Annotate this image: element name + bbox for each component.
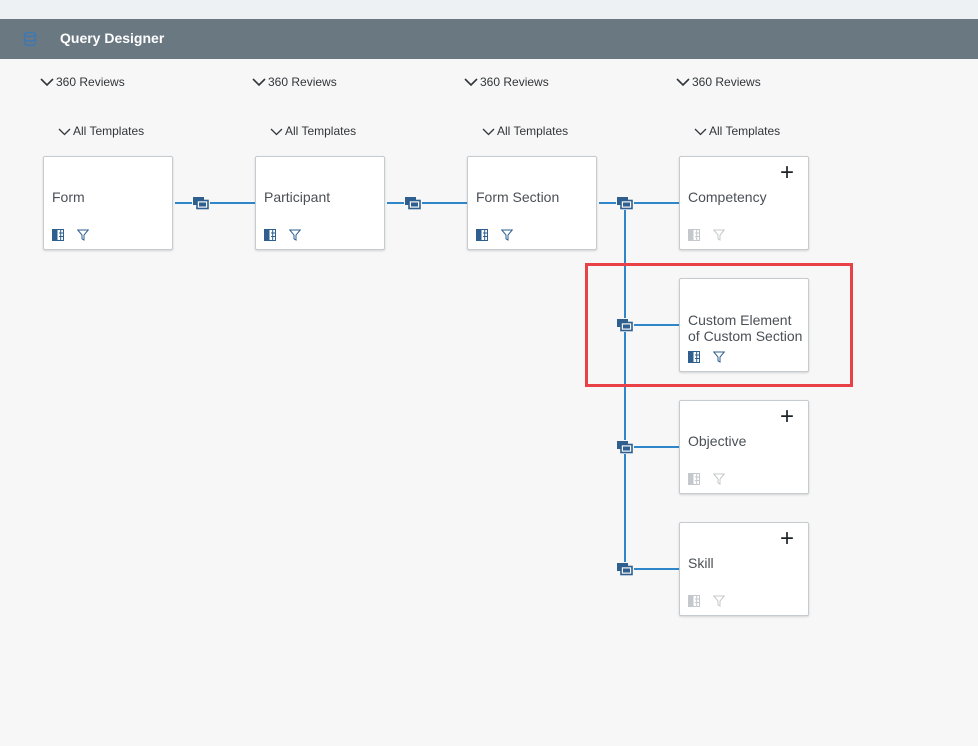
table-columns-icon[interactable] <box>476 229 488 241</box>
chevron-down-icon <box>270 128 283 135</box>
join-icon[interactable] <box>192 196 210 210</box>
template-dropdown-3[interactable]: All Templates <box>482 124 568 138</box>
table-columns-icon <box>688 229 700 241</box>
context-dropdown-4[interactable]: 360 Reviews <box>676 75 761 89</box>
context-label: 360 Reviews <box>480 75 549 89</box>
app-header: Query Designer <box>0 19 978 59</box>
join-icon[interactable] <box>404 196 422 210</box>
context-dropdown-3[interactable]: 360 Reviews <box>464 75 549 89</box>
node-label: Competency <box>688 189 767 205</box>
page-title: Query Designer <box>60 30 165 46</box>
context-dropdown-1[interactable]: 360 Reviews <box>40 75 125 89</box>
table-columns-icon[interactable] <box>688 351 700 363</box>
node-label: Form Section <box>476 189 560 205</box>
add-icon[interactable]: + <box>780 161 794 185</box>
context-label: 360 Reviews <box>56 75 125 89</box>
chevron-down-icon <box>482 128 495 135</box>
node-label: Form <box>52 189 85 205</box>
template-dropdown-1[interactable]: All Templates <box>58 124 144 138</box>
template-label: All Templates <box>285 124 357 138</box>
node-form-section[interactable]: Form Section <box>467 156 597 250</box>
chevron-down-icon <box>58 128 71 135</box>
context-label: 360 Reviews <box>268 75 337 89</box>
filter-icon <box>713 595 725 607</box>
chevron-down-icon <box>676 78 690 87</box>
database-icon <box>23 31 37 47</box>
join-icon[interactable] <box>616 318 634 332</box>
node-participant[interactable]: Participant <box>255 156 385 250</box>
template-label: All Templates <box>497 124 569 138</box>
node-label: Participant <box>264 189 331 205</box>
template-dropdown-4[interactable]: All Templates <box>694 124 780 138</box>
node-competency[interactable]: + Competency <box>679 156 809 250</box>
table-columns-icon <box>688 473 700 485</box>
table-columns-icon[interactable] <box>52 229 64 241</box>
node-skill[interactable]: + Skill <box>679 522 809 616</box>
context-label: 360 Reviews <box>692 75 761 89</box>
filter-icon[interactable] <box>501 229 513 241</box>
join-icon[interactable] <box>616 196 634 210</box>
table-columns-icon <box>688 595 700 607</box>
template-label: All Templates <box>73 124 145 138</box>
context-dropdown-2[interactable]: 360 Reviews <box>252 75 337 89</box>
filter-icon[interactable] <box>77 229 89 241</box>
add-icon[interactable]: + <box>780 527 794 551</box>
node-label: Custom Element of Custom Section <box>688 312 803 344</box>
filter-icon[interactable] <box>289 229 301 241</box>
top-strip <box>0 0 978 19</box>
node-form[interactable]: Form <box>43 156 173 250</box>
chevron-down-icon <box>694 128 707 135</box>
filter-icon[interactable] <box>713 351 725 363</box>
template-dropdown-2[interactable]: All Templates <box>270 124 356 138</box>
node-label: Objective <box>688 433 747 449</box>
node-label: Skill <box>688 555 714 571</box>
node-objective[interactable]: + Objective <box>679 400 809 494</box>
node-custom-element[interactable]: Custom Element of Custom Section <box>679 278 809 372</box>
template-label: All Templates <box>709 124 781 138</box>
chevron-down-icon <box>464 78 478 87</box>
chevron-down-icon <box>40 78 54 87</box>
add-icon[interactable]: + <box>780 405 794 429</box>
join-icon[interactable] <box>616 440 634 454</box>
filter-icon <box>713 473 725 485</box>
join-icon[interactable] <box>616 562 634 576</box>
chevron-down-icon <box>252 78 266 87</box>
table-columns-icon[interactable] <box>264 229 276 241</box>
filter-icon <box>713 229 725 241</box>
